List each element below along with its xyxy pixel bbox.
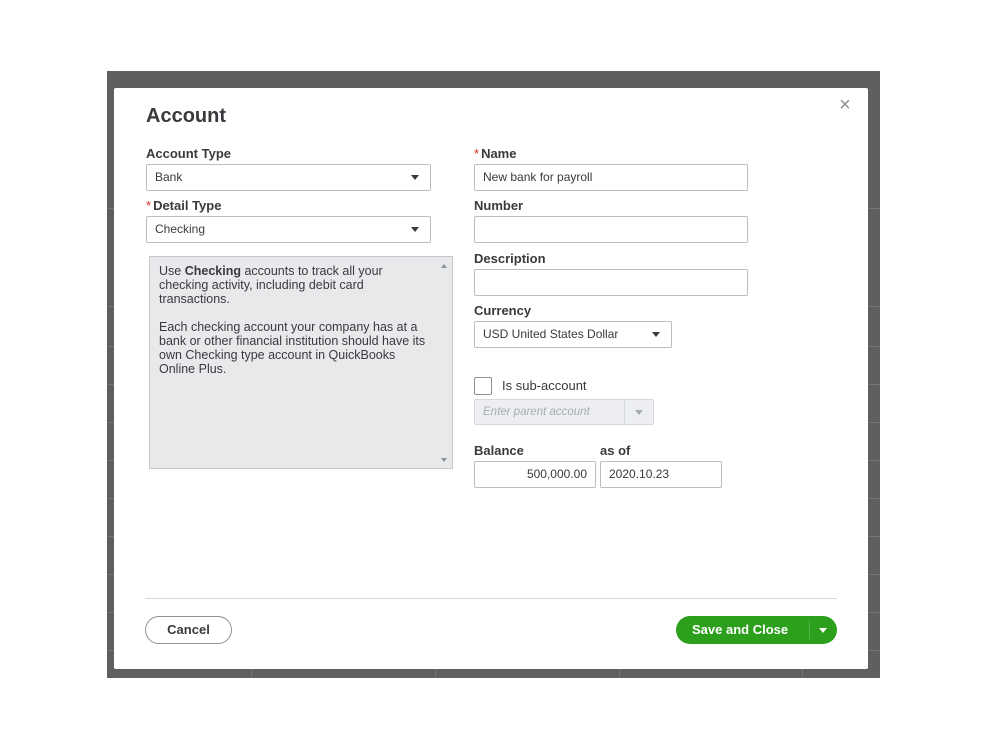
chevron-down-icon[interactable] [819,628,827,633]
description-label: Description [474,251,546,266]
parent-account-select: Enter parent account [474,399,654,425]
sub-account-label[interactable]: Is sub-account [502,378,587,393]
detail-type-description: Use Checking accounts to track all your … [149,256,453,469]
cancel-button[interactable]: Cancel [145,616,232,644]
currency-label: Currency [474,303,532,318]
detail-type-label-text: Detail Type [153,198,222,213]
save-and-close-button[interactable]: Save and Close [676,616,837,644]
description-paragraph: Use Checking accounts to track all your … [159,264,432,306]
detail-type-label: * Detail Type [146,198,221,213]
required-marker: * [146,198,152,213]
parent-account-placeholder: Enter parent account [483,406,590,418]
name-label: * Name [474,146,516,161]
account-dialog: × Account Account Type Bank * Detail Type… [114,88,868,669]
account-type-select[interactable]: Bank [146,164,431,191]
description-text: Use [159,264,185,278]
balance-label: Balance [474,443,524,458]
description-input[interactable] [474,269,748,296]
footer-divider [145,598,837,599]
chevron-down-icon [652,332,660,337]
description-paragraph: Each checking account your company has a… [159,320,426,376]
scroll-up-icon[interactable] [441,264,447,268]
button-divider [809,621,810,639]
chevron-down-icon [635,410,643,415]
number-label: Number [474,198,524,213]
detail-type-select[interactable]: Checking [146,216,431,243]
description-bold: Checking [184,264,241,278]
sub-account-checkbox[interactable] [474,377,492,395]
close-icon[interactable]: × [834,94,856,116]
required-marker: * [474,146,480,161]
name-label-text: Name [481,146,517,161]
account-type-value: Bank [155,170,183,184]
currency-select[interactable]: USD United States Dollar [474,321,672,348]
detail-type-value: Checking [155,222,206,236]
balance-input[interactable]: 500,000.00 [474,461,596,488]
name-input[interactable]: New bank for payroll [474,164,748,191]
as-of-label: as of [600,443,631,458]
divider [624,400,625,424]
chevron-down-icon [411,227,419,232]
scroll-down-icon[interactable] [441,458,447,462]
dialog-title: Account [146,105,226,127]
chevron-down-icon [411,175,419,180]
currency-value: USD United States Dollar [483,327,619,341]
number-input[interactable] [474,216,748,243]
account-type-label: Account Type [146,146,231,161]
as-of-date-input[interactable]: 2020.10.23 [600,461,722,488]
save-and-close-label: Save and Close [692,622,789,637]
